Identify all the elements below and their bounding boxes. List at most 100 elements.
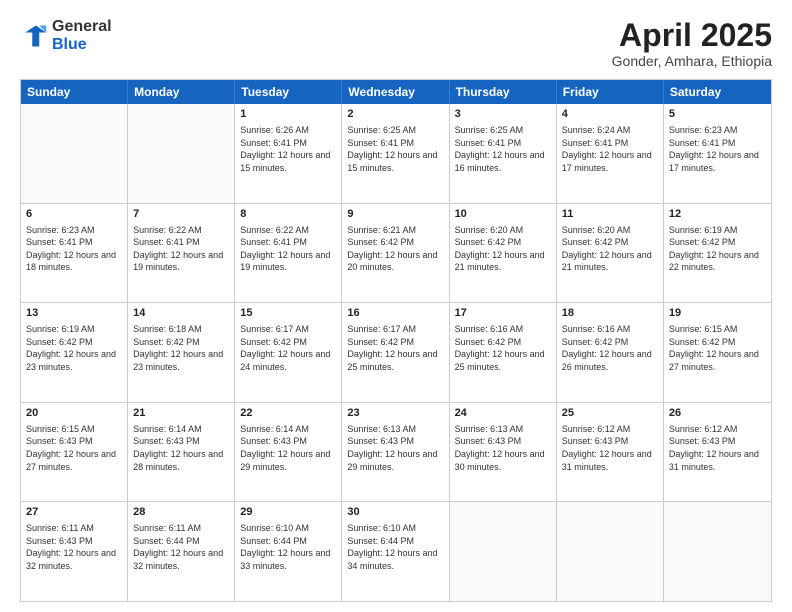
calendar-header: SundayMondayTuesdayWednesdayThursdayFrid… <box>21 80 771 104</box>
calendar-cell: 3 Sunrise: 6:25 AM Sunset: 6:41 PM Daylig… <box>450 104 557 203</box>
header-cell-thursday: Thursday <box>450 80 557 104</box>
cell-info: Sunrise: 6:22 AM Sunset: 6:41 PM Dayligh… <box>240 224 336 274</box>
calendar-cell <box>21 104 128 203</box>
day-number: 13 <box>26 306 122 321</box>
cell-info: Sunrise: 6:16 AM Sunset: 6:42 PM Dayligh… <box>562 323 658 373</box>
logo-icon <box>20 22 48 50</box>
calendar-cell: 9 Sunrise: 6:21 AM Sunset: 6:42 PM Daylig… <box>342 204 449 303</box>
cell-info: Sunrise: 6:11 AM Sunset: 6:43 PM Dayligh… <box>26 522 122 572</box>
calendar-cell: 14Sunrise: 6:18 AM Sunset: 6:42 PM Dayli… <box>128 303 235 402</box>
cell-info: Sunrise: 6:17 AM Sunset: 6:42 PM Dayligh… <box>240 323 336 373</box>
cell-info: Sunrise: 6:25 AM Sunset: 6:41 PM Dayligh… <box>455 124 551 174</box>
day-number: 2 <box>347 107 443 122</box>
calendar-cell <box>557 502 664 601</box>
calendar-row-3: 13 Sunrise: 6:19 AM Sunset: 6:42 PM Dayli… <box>21 302 771 402</box>
day-number: 12 <box>669 207 766 222</box>
header-cell-saturday: Saturday <box>664 80 771 104</box>
logo: General Blue <box>20 18 112 53</box>
cell-info: Sunrise: 6:19 AM Sunset: 6:42 PM Dayligh… <box>26 323 122 373</box>
page: General Blue April 2025 Gonder, Amhara, … <box>0 0 792 612</box>
cell-info: Sunrise: 6:15 AM Sunset: 6:43 PM Dayligh… <box>26 423 122 473</box>
day-number: 17 <box>455 306 551 321</box>
header: General Blue April 2025 Gonder, Amhara, … <box>20 18 772 69</box>
day-number: 11 <box>562 207 658 222</box>
cell-info: Sunrise: 6:20 AM Sunset: 6:42 PM Dayligh… <box>455 224 551 274</box>
subtitle: Gonder, Amhara, Ethiopia <box>612 53 772 69</box>
cell-info: Sunrise: 6:15 AM Sunset: 6:42 PM Dayligh… <box>669 323 766 373</box>
title-section: April 2025 Gonder, Amhara, Ethiopia <box>612 18 772 69</box>
calendar-cell: 7 Sunrise: 6:22 AM Sunset: 6:41 PM Daylig… <box>128 204 235 303</box>
day-number: 9 <box>347 207 443 222</box>
cell-info: Sunrise: 6:13 AM Sunset: 6:43 PM Dayligh… <box>347 423 443 473</box>
calendar-cell: 1 Sunrise: 6:26 AM Sunset: 6:41 PM Daylig… <box>235 104 342 203</box>
calendar-cell: 5 Sunrise: 6:23 AM Sunset: 6:41 PM Daylig… <box>664 104 771 203</box>
day-number: 15 <box>240 306 336 321</box>
day-number: 27 <box>26 505 122 520</box>
calendar-cell: 19Sunrise: 6:15 AM Sunset: 6:42 PM Dayli… <box>664 303 771 402</box>
cell-info: Sunrise: 6:23 AM Sunset: 6:41 PM Dayligh… <box>669 124 766 174</box>
calendar-cell: 12 Sunrise: 6:19 AM Sunset: 6:42 PM Dayli… <box>664 204 771 303</box>
day-number: 25 <box>562 406 658 421</box>
header-cell-tuesday: Tuesday <box>235 80 342 104</box>
calendar-row-4: 20Sunrise: 6:15 AM Sunset: 6:43 PM Dayli… <box>21 402 771 502</box>
cell-info: Sunrise: 6:18 AM Sunset: 6:42 PM Dayligh… <box>133 323 229 373</box>
calendar-cell: 18 Sunrise: 6:16 AM Sunset: 6:42 PM Dayli… <box>557 303 664 402</box>
day-number: 29 <box>240 505 336 520</box>
calendar-cell: 27 Sunrise: 6:11 AM Sunset: 6:43 PM Dayli… <box>21 502 128 601</box>
day-number: 5 <box>669 107 766 122</box>
calendar-cell: 28 Sunrise: 6:11 AM Sunset: 6:44 PM Dayli… <box>128 502 235 601</box>
cell-info: Sunrise: 6:23 AM Sunset: 6:41 PM Dayligh… <box>26 224 122 274</box>
cell-info: Sunrise: 6:16 AM Sunset: 6:42 PM Dayligh… <box>455 323 551 373</box>
cell-info: Sunrise: 6:10 AM Sunset: 6:44 PM Dayligh… <box>240 522 336 572</box>
cell-info: Sunrise: 6:22 AM Sunset: 6:41 PM Dayligh… <box>133 224 229 274</box>
calendar-cell: 16Sunrise: 6:17 AM Sunset: 6:42 PM Dayli… <box>342 303 449 402</box>
cell-info: Sunrise: 6:19 AM Sunset: 6:42 PM Dayligh… <box>669 224 766 274</box>
calendar-cell: 4Sunrise: 6:24 AM Sunset: 6:41 PM Daylig… <box>557 104 664 203</box>
calendar-cell: 25 Sunrise: 6:12 AM Sunset: 6:43 PM Dayli… <box>557 403 664 502</box>
header-cell-monday: Monday <box>128 80 235 104</box>
cell-info: Sunrise: 6:11 AM Sunset: 6:44 PM Dayligh… <box>133 522 229 572</box>
header-cell-friday: Friday <box>557 80 664 104</box>
day-number: 10 <box>455 207 551 222</box>
day-number: 16 <box>347 306 443 321</box>
day-number: 26 <box>669 406 766 421</box>
calendar-cell: 11Sunrise: 6:20 AM Sunset: 6:42 PM Dayli… <box>557 204 664 303</box>
calendar-cell: 30Sunrise: 6:10 AM Sunset: 6:44 PM Dayli… <box>342 502 449 601</box>
calendar-cell: 20Sunrise: 6:15 AM Sunset: 6:43 PM Dayli… <box>21 403 128 502</box>
cell-info: Sunrise: 6:14 AM Sunset: 6:43 PM Dayligh… <box>240 423 336 473</box>
cell-info: Sunrise: 6:13 AM Sunset: 6:43 PM Dayligh… <box>455 423 551 473</box>
day-number: 4 <box>562 107 658 122</box>
day-number: 1 <box>240 107 336 122</box>
calendar-cell <box>664 502 771 601</box>
month-title: April 2025 <box>612 18 772 53</box>
day-number: 3 <box>455 107 551 122</box>
day-number: 22 <box>240 406 336 421</box>
cell-info: Sunrise: 6:21 AM Sunset: 6:42 PM Dayligh… <box>347 224 443 274</box>
calendar-cell: 26 Sunrise: 6:12 AM Sunset: 6:43 PM Dayli… <box>664 403 771 502</box>
calendar: SundayMondayTuesdayWednesdayThursdayFrid… <box>20 79 772 602</box>
day-number: 18 <box>562 306 658 321</box>
cell-info: Sunrise: 6:12 AM Sunset: 6:43 PM Dayligh… <box>669 423 766 473</box>
cell-info: Sunrise: 6:12 AM Sunset: 6:43 PM Dayligh… <box>562 423 658 473</box>
day-number: 7 <box>133 207 229 222</box>
calendar-cell: 13 Sunrise: 6:19 AM Sunset: 6:42 PM Dayli… <box>21 303 128 402</box>
calendar-row-5: 27 Sunrise: 6:11 AM Sunset: 6:43 PM Dayli… <box>21 501 771 601</box>
calendar-cell <box>128 104 235 203</box>
logo-general: General <box>52 18 112 35</box>
day-number: 28 <box>133 505 229 520</box>
cell-info: Sunrise: 6:10 AM Sunset: 6:44 PM Dayligh… <box>347 522 443 572</box>
calendar-row-1: 1 Sunrise: 6:26 AM Sunset: 6:41 PM Daylig… <box>21 104 771 203</box>
header-cell-sunday: Sunday <box>21 80 128 104</box>
calendar-cell: 21Sunrise: 6:14 AM Sunset: 6:43 PM Dayli… <box>128 403 235 502</box>
calendar-cell: 29 Sunrise: 6:10 AM Sunset: 6:44 PM Dayli… <box>235 502 342 601</box>
calendar-cell: 6 Sunrise: 6:23 AM Sunset: 6:41 PM Daylig… <box>21 204 128 303</box>
day-number: 6 <box>26 207 122 222</box>
day-number: 21 <box>133 406 229 421</box>
day-number: 8 <box>240 207 336 222</box>
day-number: 23 <box>347 406 443 421</box>
calendar-cell: 15 Sunrise: 6:17 AM Sunset: 6:42 PM Dayli… <box>235 303 342 402</box>
header-cell-wednesday: Wednesday <box>342 80 449 104</box>
cell-info: Sunrise: 6:26 AM Sunset: 6:41 PM Dayligh… <box>240 124 336 174</box>
calendar-cell: 23 Sunrise: 6:13 AM Sunset: 6:43 PM Dayli… <box>342 403 449 502</box>
calendar-cell: 24Sunrise: 6:13 AM Sunset: 6:43 PM Dayli… <box>450 403 557 502</box>
